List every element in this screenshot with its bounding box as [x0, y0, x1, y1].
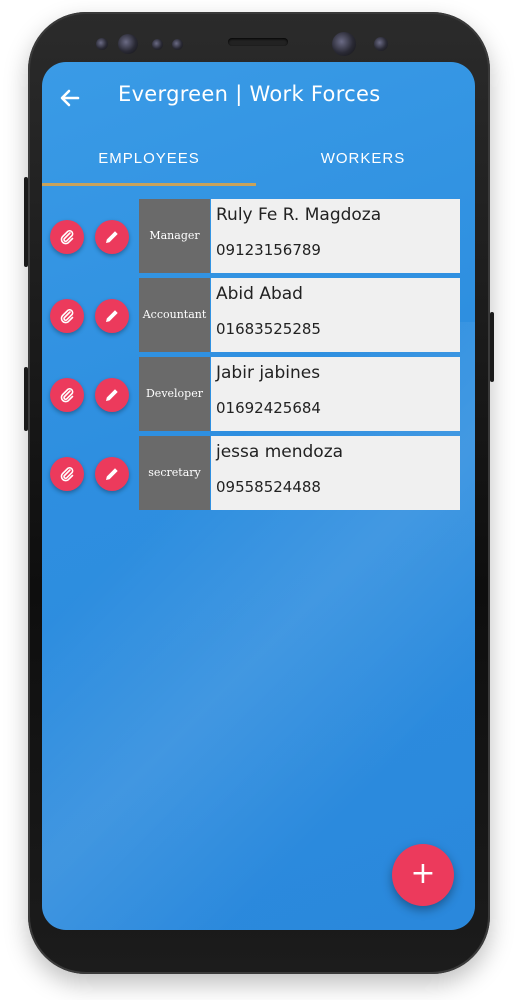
employee-card[interactable]: Jabir jabines 01692425684	[211, 357, 460, 431]
employee-phone: 09123156789	[216, 241, 321, 259]
paperclip-icon	[60, 309, 74, 324]
pencil-icon	[106, 389, 118, 401]
role-label: Accountant	[139, 278, 210, 352]
employee-phone: 09558524488	[216, 478, 321, 496]
paperclip-icon	[60, 230, 74, 245]
volume-button	[24, 177, 28, 267]
sensor-icon	[374, 37, 388, 51]
power-button	[490, 312, 494, 382]
role-label: Manager	[139, 199, 210, 273]
attach-button[interactable]	[50, 220, 84, 254]
employee-phone: 01683525285	[216, 320, 321, 338]
paperclip-icon	[60, 467, 74, 482]
edit-button[interactable]	[95, 220, 129, 254]
active-tab-indicator	[42, 183, 256, 186]
attach-button[interactable]	[50, 378, 84, 412]
employee-phone: 01692425684	[216, 399, 321, 417]
pencil-icon	[106, 310, 118, 322]
earpiece-speaker	[228, 38, 288, 46]
role-label: secretary	[139, 436, 210, 510]
sensor-icon	[96, 38, 108, 50]
back-button[interactable]	[56, 84, 84, 112]
attach-button[interactable]	[50, 457, 84, 491]
employee-name: Jabir jabines	[216, 363, 321, 383]
employee-name: jessa mendoza	[216, 442, 344, 462]
pencil-icon	[106, 468, 118, 480]
employee-card[interactable]: jessa mendoza 09558524488	[211, 436, 460, 510]
add-employee-button[interactable]: +	[392, 844, 454, 906]
app-screen: Evergreen | Work Forces EMPLOYEES WORKER…	[42, 62, 475, 930]
employee-card[interactable]: Ruly Fe R. Magdoza 09123156789	[211, 199, 460, 273]
iris-scanner-icon	[332, 32, 356, 56]
list-item: Accountant Abid Abad 01683525285	[42, 278, 475, 354]
attach-button[interactable]	[50, 299, 84, 333]
list-item: Manager Ruly Fe R. Magdoza 09123156789	[42, 199, 475, 275]
plus-icon: +	[410, 856, 436, 891]
tab-bar: EMPLOYEES WORKERS	[42, 134, 475, 188]
front-camera-icon	[118, 34, 138, 54]
paperclip-icon	[60, 388, 74, 403]
sensor-icon	[172, 39, 183, 50]
edit-button[interactable]	[95, 378, 129, 412]
edit-button[interactable]	[95, 299, 129, 333]
edit-button[interactable]	[95, 457, 129, 491]
bixby-button	[24, 367, 28, 431]
app-bar: Evergreen | Work Forces	[42, 62, 475, 134]
pencil-icon	[106, 231, 118, 243]
app-title: Evergreen | Work Forces	[118, 82, 381, 106]
arrow-left-icon	[60, 89, 80, 107]
tab-workers[interactable]: WORKERS	[256, 134, 470, 184]
employee-name: Ruly Fe R. Magdoza	[216, 205, 382, 225]
employee-card[interactable]: Abid Abad 01683525285	[211, 278, 460, 352]
list-item: secretary jessa mendoza 09558524488	[42, 436, 475, 512]
role-label: Developer	[139, 357, 210, 431]
sensor-icon	[152, 39, 163, 50]
tab-employees[interactable]: EMPLOYEES	[42, 134, 256, 184]
employee-name: Abid Abad	[216, 284, 303, 304]
list-item: Developer Jabir jabines 01692425684	[42, 357, 475, 433]
